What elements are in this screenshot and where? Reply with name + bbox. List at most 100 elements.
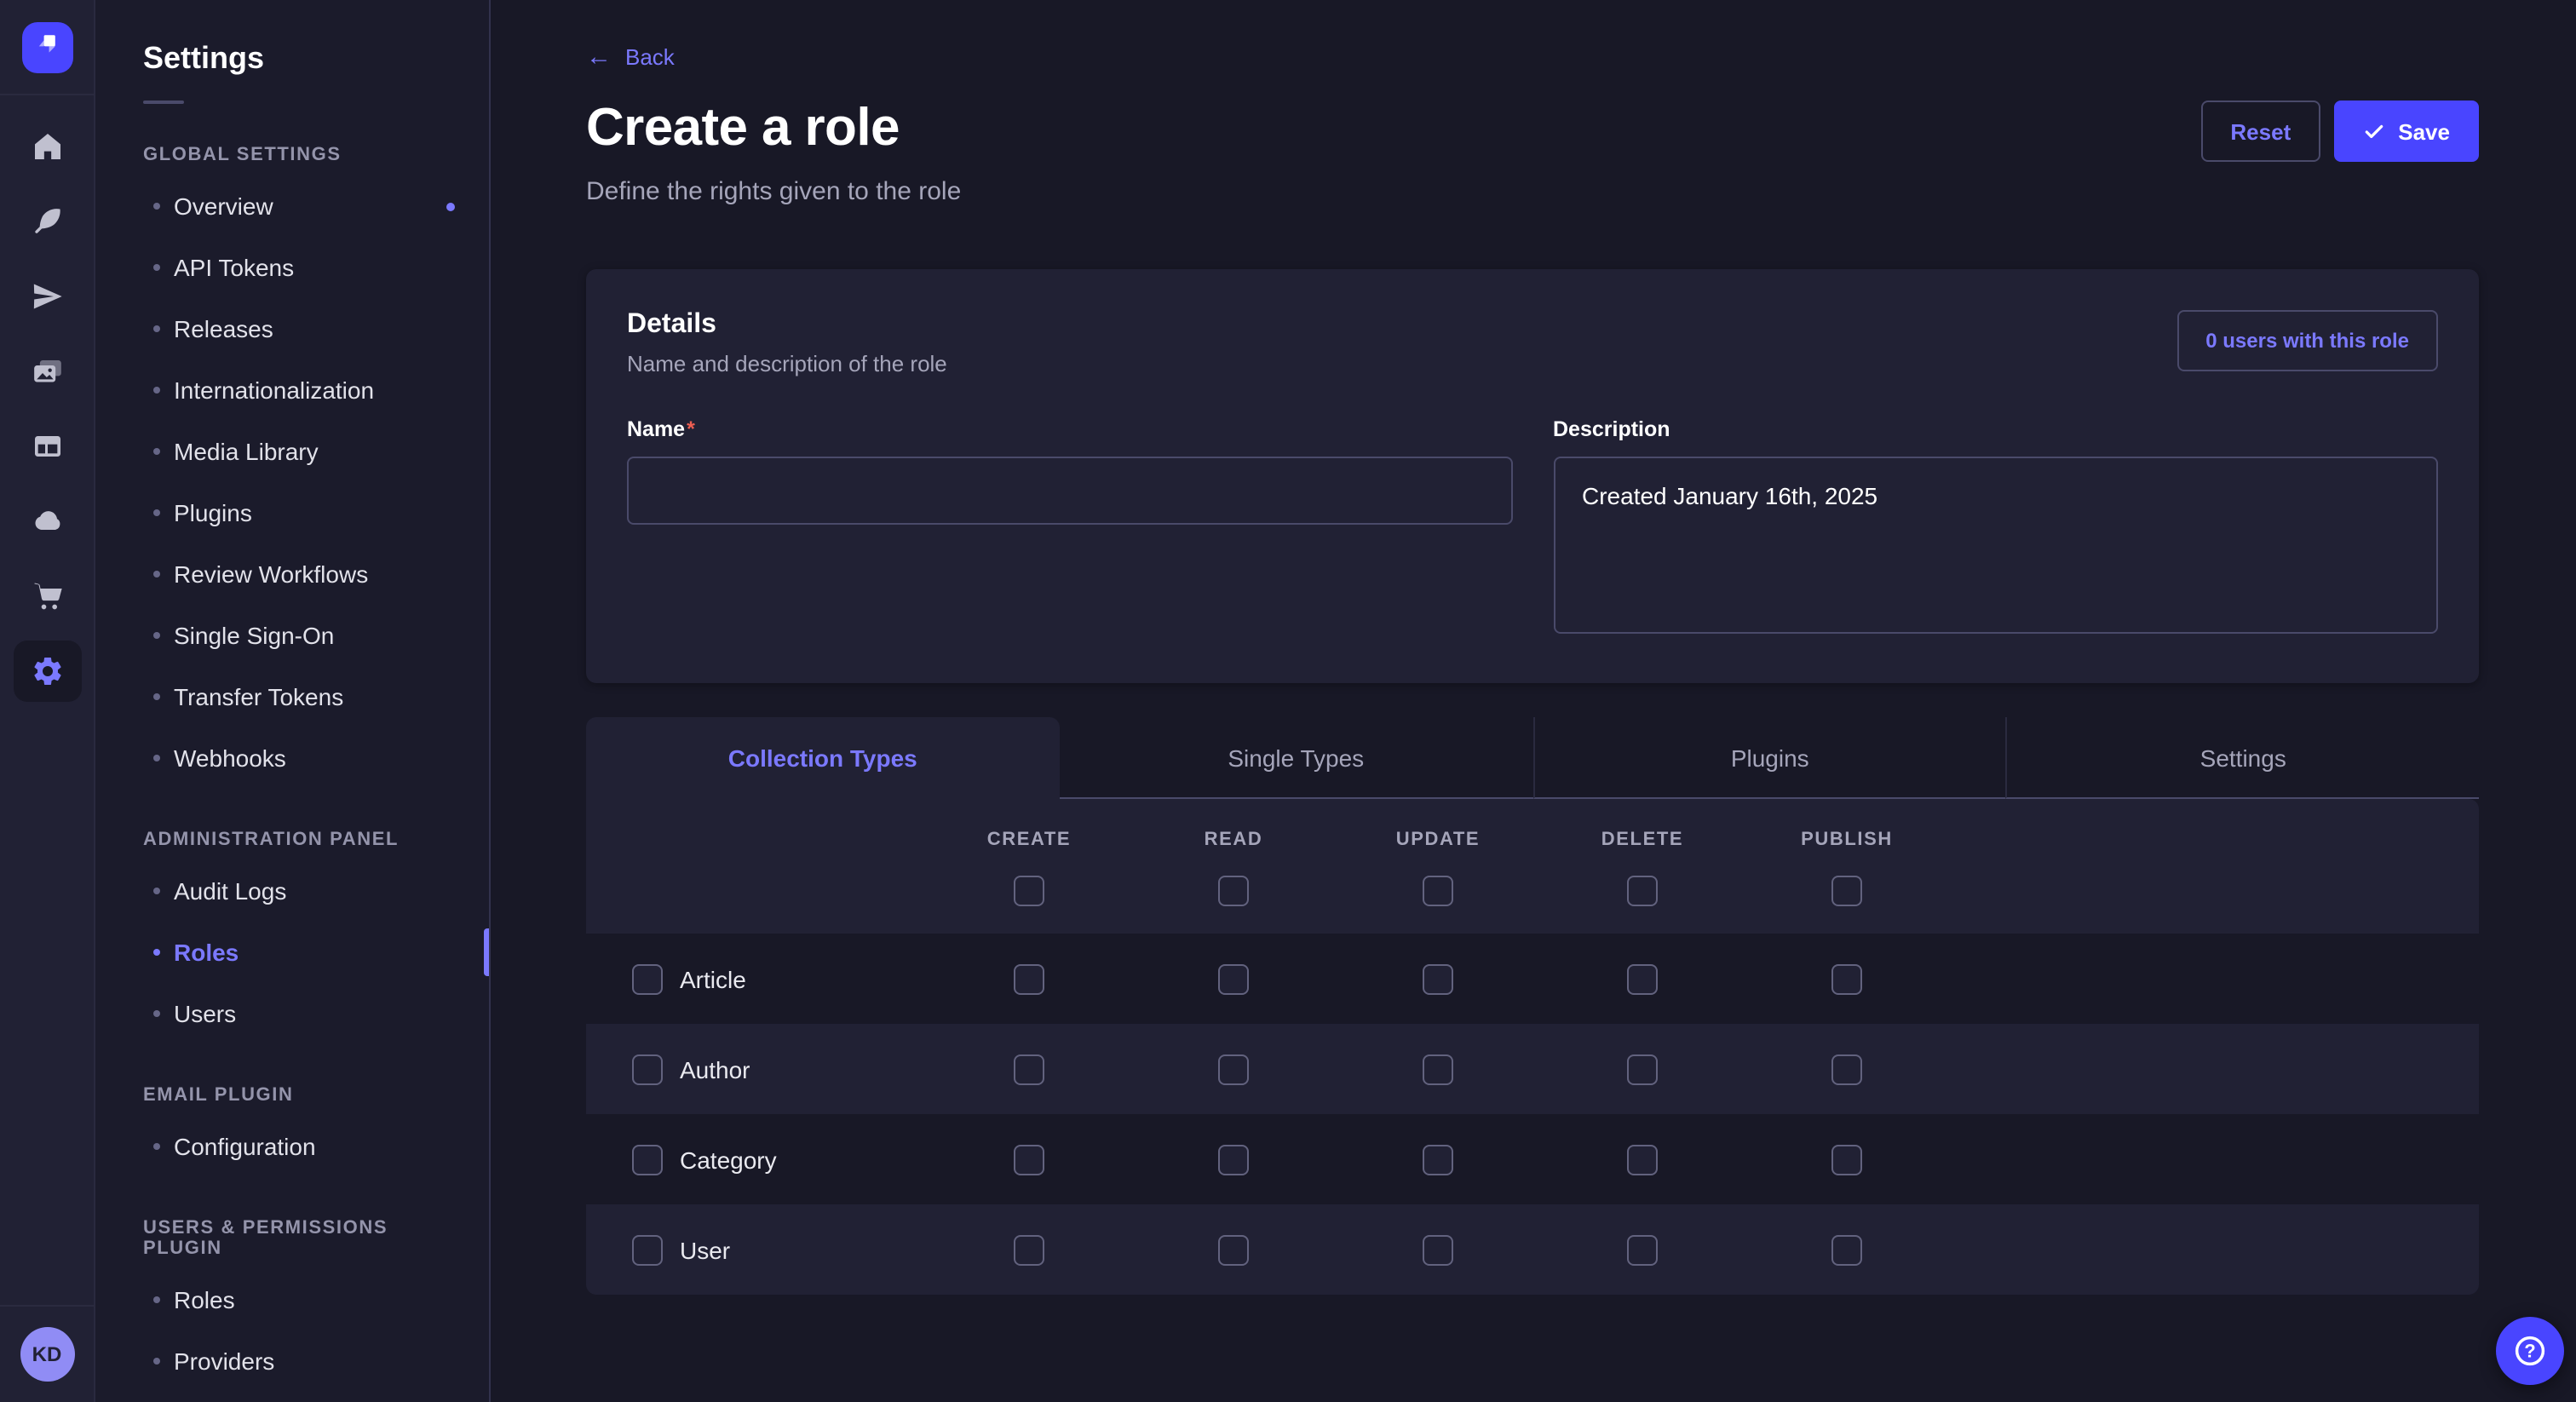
users-with-role-button[interactable]: 0 users with this role [2176, 310, 2438, 371]
strapi-logo-icon [26, 22, 67, 72]
user-update-checkbox[interactable] [1423, 1234, 1453, 1265]
category-publish-checkbox[interactable] [1831, 1144, 1862, 1175]
strapi-logo[interactable] [21, 21, 72, 72]
back-link[interactable]: ← Back [586, 44, 675, 70]
required-asterisk: * [687, 417, 695, 441]
sidebar-item-configuration[interactable]: Configuration [95, 1116, 489, 1177]
sidebar-item-releases[interactable]: Releases [95, 298, 489, 359]
article-publish-checkbox[interactable] [1831, 963, 1862, 994]
workspace-logo-container [0, 0, 94, 95]
sidebar-item-audit-logs[interactable]: Audit Logs [95, 860, 489, 922]
article-select-checkbox[interactable] [632, 963, 663, 994]
sidebar-item-overview[interactable]: Overview [95, 175, 489, 237]
article-create-checkbox[interactable] [1014, 963, 1044, 994]
permission-cell [927, 1054, 1131, 1084]
help-button[interactable]: ? [2496, 1317, 2564, 1385]
name-field-label: Name* [627, 417, 695, 441]
row-label-cell: User [586, 1234, 927, 1265]
cart-icon [30, 579, 64, 613]
user-create-checkbox[interactable] [1014, 1234, 1044, 1265]
select-all-update-checkbox[interactable] [1423, 876, 1453, 906]
sidebar-item-plugins[interactable]: Plugins [95, 482, 489, 543]
sidebar-item-media-library[interactable]: Media Library [95, 421, 489, 482]
permission-cell [1131, 1144, 1336, 1175]
permissions-table-header: CREATEREADUPDATEDELETEPUBLISH [586, 799, 2479, 934]
item-bullet [153, 571, 160, 577]
check-icon [2362, 120, 2384, 142]
article-delete-checkbox[interactable] [1627, 963, 1658, 994]
sidebar-item-label: Providers [174, 1347, 274, 1375]
permission-cell [1131, 1054, 1336, 1084]
user-publish-checkbox[interactable] [1831, 1234, 1862, 1265]
sidebar-item-roles[interactable]: Roles [95, 1269, 489, 1330]
tab-collection-types[interactable]: Collection Types [586, 717, 1060, 799]
item-bullet [153, 203, 160, 210]
select-all-read-checkbox[interactable] [1218, 876, 1249, 906]
sidebar-item-users[interactable]: Users [95, 983, 489, 1044]
strapi-admin-app: KD Settings GLOBAL SETTINGSOverviewAPI T… [0, 0, 2576, 1402]
article-update-checkbox[interactable] [1423, 963, 1453, 994]
sidebar-item-review-workflows[interactable]: Review Workflows [95, 543, 489, 605]
user-select-checkbox[interactable] [632, 1234, 663, 1265]
rail-button-settings[interactable] [13, 641, 81, 702]
rail-button-media-library[interactable] [13, 341, 81, 402]
rail-button-deploy[interactable] [13, 266, 81, 327]
column-header-row: CREATEREADUPDATEDELETEPUBLISH [586, 830, 2479, 850]
category-update-checkbox[interactable] [1423, 1144, 1453, 1175]
reset-button[interactable]: Reset [2201, 101, 2320, 162]
rail-button-content-manager[interactable] [13, 416, 81, 477]
reset-button-label: Reset [2230, 118, 2291, 144]
tab-settings[interactable]: Settings [2006, 717, 2480, 799]
rail-button-home[interactable] [13, 116, 81, 177]
description-field-group: Description Created January 16th, 2025 [1553, 414, 2438, 642]
sidebar-item-single-sign-on[interactable]: Single Sign-On [95, 605, 489, 666]
sidebar-item-internationalization[interactable]: Internationalization [95, 359, 489, 421]
rail-button-marketplace[interactable] [13, 566, 81, 627]
permission-cell [1336, 1054, 1540, 1084]
rail-button-content[interactable] [13, 191, 81, 252]
sidebar-item-api-tokens[interactable]: API Tokens [95, 237, 489, 298]
category-select-checkbox[interactable] [632, 1144, 663, 1175]
item-bullet [153, 693, 160, 700]
column-header-delete: DELETE [1540, 830, 1745, 850]
article-read-checkbox[interactable] [1218, 963, 1249, 994]
name-input[interactable] [627, 457, 1512, 525]
rail-button-cloud[interactable] [13, 491, 81, 552]
sidebar-item-label: Audit Logs [174, 877, 286, 905]
sidebar-item-roles[interactable]: Roles [95, 922, 489, 983]
permissions-section: Collection TypesSingle TypesPluginsSetti… [586, 717, 2479, 1295]
sidebar-item-label: API Tokens [174, 254, 294, 281]
sidebar-item-label: Media Library [174, 438, 319, 465]
user-delete-checkbox[interactable] [1627, 1234, 1658, 1265]
select-all-create-checkbox[interactable] [1014, 876, 1044, 906]
select-all-cell [1336, 876, 1540, 906]
column-header-publish: PUBLISH [1745, 830, 1949, 850]
category-create-checkbox[interactable] [1014, 1144, 1044, 1175]
save-button[interactable]: Save [2333, 101, 2479, 162]
sidebar-item-transfer-tokens[interactable]: Transfer Tokens [95, 666, 489, 727]
author-create-checkbox[interactable] [1014, 1054, 1044, 1084]
row-label: Category [680, 1146, 777, 1173]
row-label-cell: Category [586, 1144, 927, 1175]
description-textarea[interactable]: Created January 16th, 2025 [1553, 457, 2438, 634]
section-label: EMAIL PLUGIN [95, 1085, 489, 1106]
select-all-delete-checkbox[interactable] [1627, 876, 1658, 906]
category-read-checkbox[interactable] [1218, 1144, 1249, 1175]
details-title: Details [627, 310, 947, 341]
tab-single-types[interactable]: Single Types [1060, 717, 1533, 799]
author-publish-checkbox[interactable] [1831, 1054, 1862, 1084]
author-read-checkbox[interactable] [1218, 1054, 1249, 1084]
category-delete-checkbox[interactable] [1627, 1144, 1658, 1175]
gear-icon [30, 654, 64, 688]
author-select-checkbox[interactable] [632, 1054, 663, 1084]
item-bullet [153, 387, 160, 394]
main-nav-rail: KD [0, 0, 95, 1402]
tab-plugins[interactable]: Plugins [1532, 717, 2006, 799]
author-delete-checkbox[interactable] [1627, 1054, 1658, 1084]
avatar[interactable]: KD [20, 1327, 74, 1382]
user-read-checkbox[interactable] [1218, 1234, 1249, 1265]
author-update-checkbox[interactable] [1423, 1054, 1453, 1084]
select-all-publish-checkbox[interactable] [1831, 876, 1862, 906]
sidebar-item-providers[interactable]: Providers [95, 1330, 489, 1392]
sidebar-item-webhooks[interactable]: Webhooks [95, 727, 489, 789]
